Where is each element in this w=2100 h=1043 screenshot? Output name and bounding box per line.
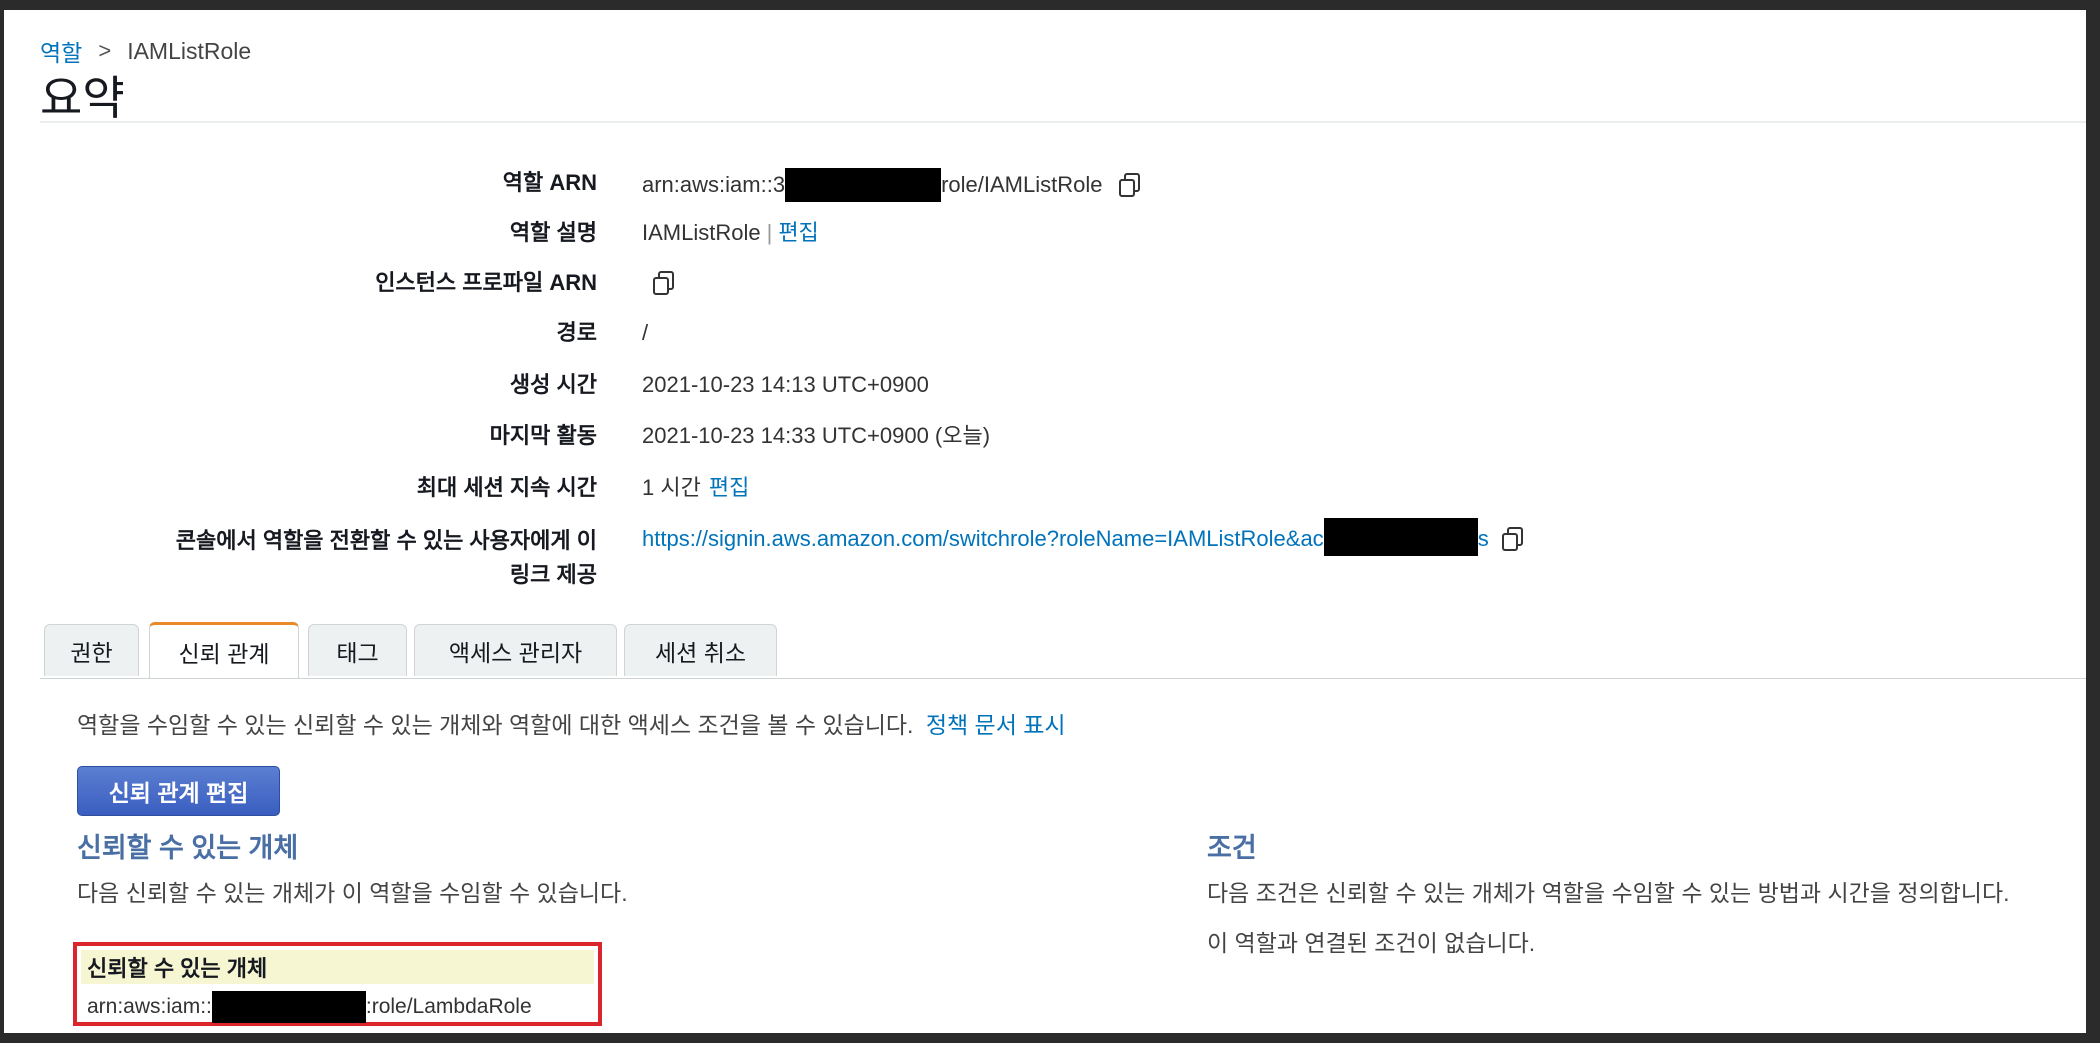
copy-icon[interactable] — [1116, 170, 1146, 200]
tab-permissions[interactable]: 권한 — [44, 624, 139, 676]
title-divider — [40, 121, 2086, 123]
switch-link-label-line1: 콘솔에서 역할을 전환할 수 있는 사용자에게 이 — [175, 528, 597, 553]
summary-row-created: 생성 시간 2021-10-23 14:13 UTC+0900 — [40, 370, 2080, 400]
edit-trust-relationship-button[interactable]: 신뢰 관계 편집 — [77, 766, 280, 816]
tab-access-advisor[interactable]: 액세스 관리자 — [414, 624, 617, 676]
switch-link-label-line2: 링크 제공 — [509, 562, 597, 587]
summary-row-role-arn: 역할 ARN arn:aws:iam::3 role/IAMListRole — [40, 168, 2080, 202]
copy-icon[interactable] — [650, 268, 680, 298]
entity-arn-suffix: :role/LambdaRole — [365, 995, 532, 1018]
conditions-title: 조건 — [1207, 833, 1257, 863]
breadcrumb-separator: > — [98, 38, 112, 63]
description-value: IAMListRole | 편집 — [642, 218, 819, 248]
summary-row-max-session: 최대 세션 지속 시간 1 시간 편집 — [40, 473, 2080, 503]
path-value: / — [642, 320, 649, 345]
redacted-account-id — [211, 991, 366, 1023]
max-session-text: 1 시간 — [642, 475, 701, 500]
breadcrumb-current: IAMListRole — [127, 37, 252, 64]
copy-icon[interactable] — [1499, 524, 1529, 554]
instance-profile-value — [642, 268, 680, 298]
page-title: 요약 — [40, 72, 125, 124]
pipe-separator: | — [766, 220, 773, 245]
edit-max-session-link[interactable]: 편집 — [709, 473, 749, 503]
summary-row-instance-profile: 인스턴스 프로파일 ARN — [40, 268, 2080, 298]
created-value: 2021-10-23 14:13 UTC+0900 — [642, 372, 929, 397]
instance-profile-label: 인스턴스 프로파일 ARN — [375, 270, 597, 295]
tab-trust-relationships[interactable]: 신뢰 관계 — [149, 622, 299, 678]
entity-arn-prefix: arn:aws:iam:: — [87, 995, 212, 1018]
trust-description-text: 역할을 수임할 수 있는 신뢰할 수 있는 개체와 역할에 대한 액세스 조건을… — [77, 712, 914, 738]
description-label: 역할 설명 — [509, 220, 597, 245]
trusted-entities-table: 신뢰할 수 있는 개체 arn:aws:iam:: :role/LambdaRo… — [73, 942, 602, 1026]
switch-role-url-end[interactable]: s — [1478, 524, 1489, 554]
trusted-entities-text: 다음 신뢰할 수 있는 개체가 이 역할을 수임할 수 있습니다. — [77, 880, 628, 906]
switch-role-url[interactable]: https://signin.aws.amazon.com/switchrole… — [642, 524, 1324, 554]
role-arn-prefix: arn:aws:iam::3 — [642, 172, 786, 197]
role-arn-value: arn:aws:iam::3 role/IAMListRole — [642, 168, 1146, 202]
summary-row-path: 경로 / — [40, 318, 2080, 348]
switch-link-value: https://signin.aws.amazon.com/switchrole… — [642, 518, 1529, 558]
tab-revoke-sessions[interactable]: 세션 취소 — [624, 624, 777, 676]
trusted-entities-title: 신뢰할 수 있는 개체 — [77, 833, 299, 863]
redacted-account-id — [1323, 518, 1478, 556]
last-activity-label: 마지막 활동 — [489, 423, 597, 448]
tab-tags[interactable]: 태그 — [308, 624, 407, 676]
last-activity-value: 2021-10-23 14:33 UTC+0900 (오늘) — [642, 423, 991, 448]
summary-row-description: 역할 설명 IAMListRole | 편집 — [40, 218, 2080, 248]
edit-description-link[interactable]: 편집 — [778, 218, 818, 248]
description-text: IAMListRole — [642, 220, 761, 245]
show-policy-document-link[interactable]: 정책 문서 표시 — [926, 712, 1066, 738]
role-arn-suffix: role/IAMListRole — [941, 172, 1103, 197]
max-session-label: 최대 세션 지속 시간 — [416, 475, 597, 500]
no-conditions-text: 이 역할과 연결된 조건이 없습니다. — [1207, 930, 1536, 956]
path-label: 경로 — [556, 320, 597, 345]
table-row: arn:aws:iam:: :role/LambdaRole — [87, 991, 532, 1023]
trust-description: 역할을 수임할 수 있는 신뢰할 수 있는 개체와 역할에 대한 액세스 조건을… — [77, 706, 1066, 740]
summary-row-last-activity: 마지막 활동 2021-10-23 14:33 UTC+0900 (오늘) — [40, 421, 2080, 451]
trust-relationships-panel: 역할을 수임할 수 있는 신뢰할 수 있는 개체와 역할에 대한 액세스 조건을… — [40, 678, 2086, 1033]
trusted-entities-table-header: 신뢰할 수 있는 개체 — [81, 950, 594, 984]
summary-row-switch-link: 콘솔에서 역할을 전환할 수 있는 사용자에게 이 링크 제공 https://… — [40, 518, 2080, 592]
max-session-value: 1 시간 편집 — [642, 473, 749, 503]
conditions-text: 다음 조건은 신뢰할 수 있는 개체가 역할을 수임할 수 있는 방법과 시간을… — [1207, 880, 2010, 906]
iam-role-summary-page: 역할 > IAMListRole 요약 역할 ARN arn:aws:iam::… — [4, 10, 2086, 1033]
switch-link-label: 콘솔에서 역할을 전환할 수 있는 사용자에게 이 링크 제공 — [40, 524, 597, 592]
redacted-account-id — [785, 168, 942, 202]
role-arn-label: 역할 ARN — [502, 170, 597, 195]
created-label: 생성 시간 — [509, 372, 597, 397]
role-tabs: 권한 신뢰 관계 태그 액세스 관리자 세션 취소 — [40, 620, 2086, 679]
